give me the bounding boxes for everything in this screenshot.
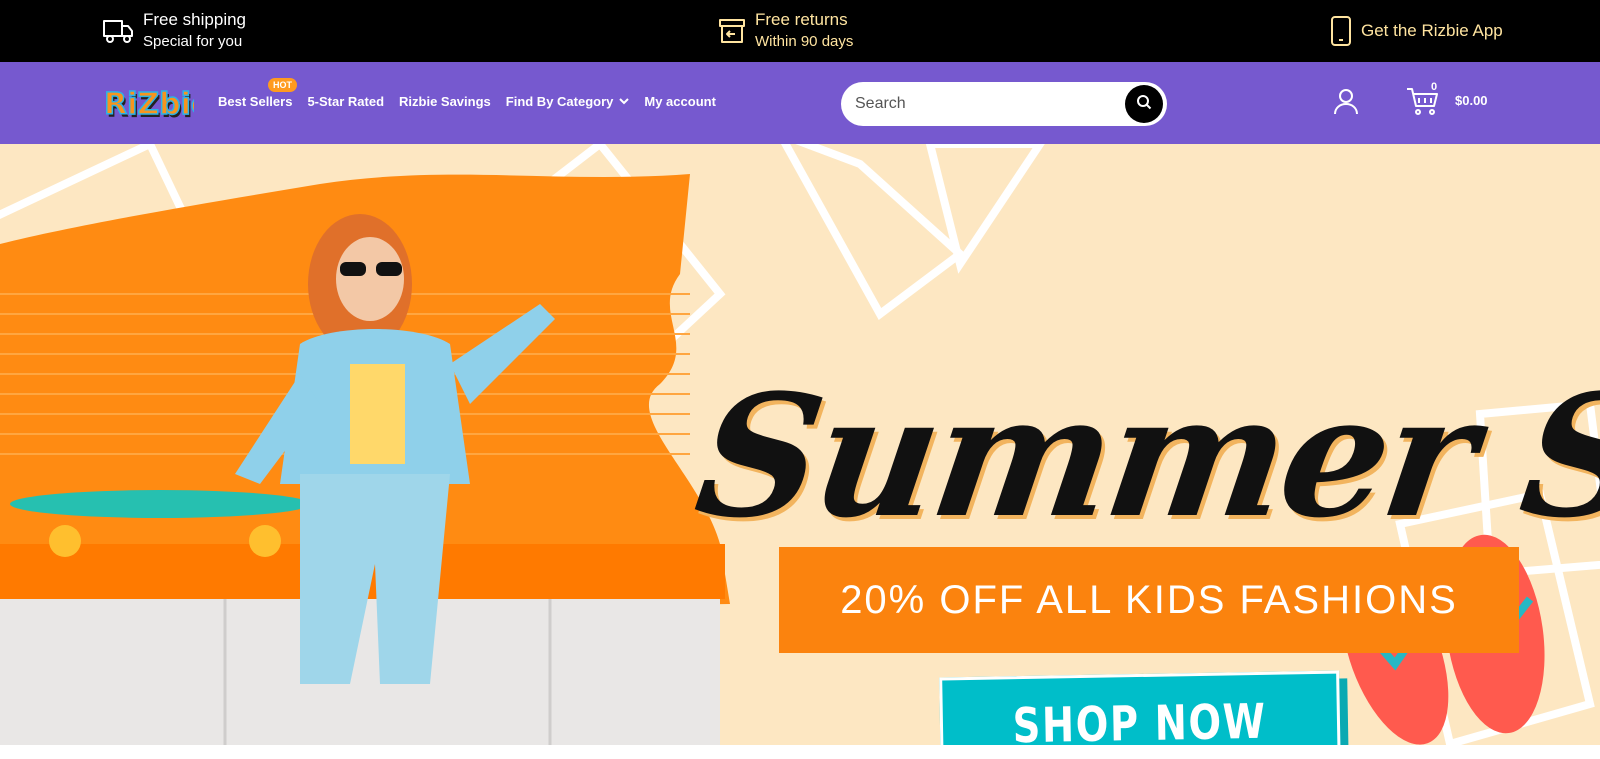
nav-5-star-label: 5-Star Rated <box>307 93 385 109</box>
hero-banner[interactable]: Summer Sale. 20% OFF ALL KIDS FASHIONS S… <box>0 144 1600 745</box>
cart-total[interactable]: $0.00 <box>1455 93 1488 108</box>
hot-badge: HOT <box>268 77 297 92</box>
free-returns-title: Free returns <box>755 10 848 29</box>
free-returns-subtitle: Within 90 days <box>755 33 854 50</box>
nav-my-account[interactable]: My account <box>644 94 716 109</box>
nav-find-by-category[interactable]: Find By Category <box>506 94 630 109</box>
search-input[interactable] <box>855 90 1115 118</box>
hero-offer-text: 20% OFF ALL KIDS FASHIONS <box>840 577 1458 622</box>
nav-category-label: Find By Category <box>505 93 614 109</box>
shop-now-label: SHOP NOW <box>1012 693 1268 745</box>
search-button[interactable] <box>1125 85 1163 123</box>
nav-5-star-rated[interactable]: 5-Star Rated <box>307 94 384 109</box>
truck-icon <box>102 17 134 45</box>
top-info-bar: Free shipping Special for you Free retur… <box>0 0 1600 62</box>
rizbie-logo[interactable]: RiZbie RiZbie <box>100 84 213 125</box>
free-shipping-subtitle: Special for you <box>143 33 243 50</box>
hero-headline: Summer Sale. <box>686 357 1600 555</box>
search-icon <box>1136 94 1152 115</box>
free-shipping-info: Free shipping Special for you <box>102 0 246 62</box>
nav-best-sellers-label: Best Sellers <box>218 93 293 109</box>
chevron-down-icon <box>619 97 630 105</box>
nav-my-account-label: My account <box>644 93 716 109</box>
free-shipping-title: Free shipping <box>143 10 247 29</box>
phone-icon <box>1330 15 1352 47</box>
primary-nav: Best Sellers HOT 5-Star Rated Rizbie Sav… <box>218 77 731 109</box>
return-box-icon <box>718 17 746 45</box>
nav-savings-label: Rizbie Savings <box>399 93 491 109</box>
user-icon[interactable] <box>1332 87 1360 115</box>
nav-rizbie-savings[interactable]: Rizbie Savings <box>399 94 491 109</box>
free-returns-info: Free returns Within 90 days <box>718 0 853 62</box>
search-box <box>841 82 1167 126</box>
svg-text:RiZbie: RiZbie <box>104 87 194 122</box>
shop-now-button[interactable]: SHOP NOW <box>939 670 1341 745</box>
nav-best-sellers[interactable]: Best Sellers HOT <box>218 77 297 109</box>
cart-count-badge: 0 <box>1431 81 1438 93</box>
hero-offer-banner: 20% OFF ALL KIDS FASHIONS <box>779 547 1519 653</box>
get-app-link[interactable]: Get the Rizbie App <box>1330 0 1503 62</box>
get-app-label: Get the Rizbie App <box>1361 21 1503 40</box>
